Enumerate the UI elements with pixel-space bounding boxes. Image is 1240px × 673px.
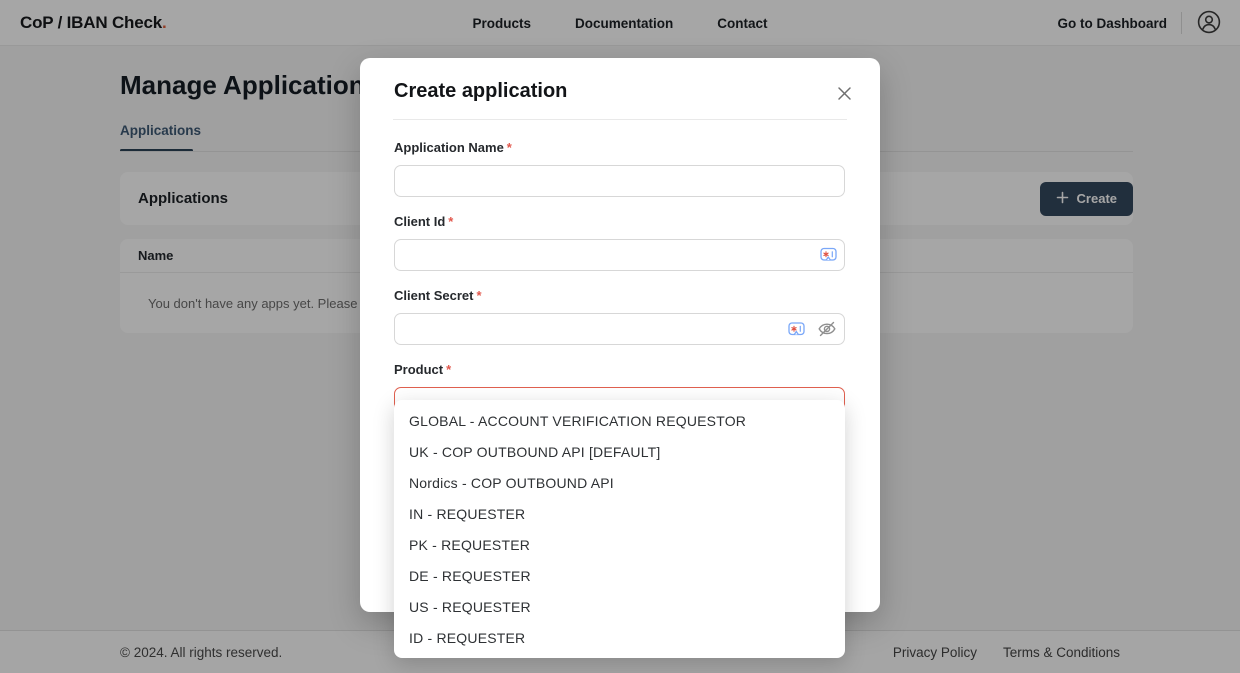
product-option[interactable]: Nordics - COP OUTBOUND API [394,467,845,498]
product-options-dropdown: GLOBAL - ACCOUNT VERIFICATION REQUESTOR … [394,400,845,658]
client-id-input[interactable] [394,239,845,271]
modal-close-button[interactable] [833,82,856,105]
required-marker: * [448,214,453,229]
modal-body: Application Name* Client Id* [360,120,880,419]
product-option[interactable]: DE - REQUESTER [394,560,845,591]
client-secret-label: Client Secret* [394,288,845,303]
client-secret-label-text: Client Secret [394,288,473,303]
product-option[interactable]: ID - REQUESTER [394,622,845,653]
create-application-modal: Create application Application Name* Cli… [360,58,880,612]
product-option[interactable]: IN - REQUESTER [394,498,845,529]
close-icon [837,89,852,104]
field-client-id: Client Id* [394,214,845,271]
product-label-text: Product [394,362,443,377]
product-option[interactable]: UK - COP OUTBOUND API [DEFAULT] [394,436,845,467]
password-manager-icon[interactable] [788,322,805,337]
required-marker: * [446,362,451,377]
modal-title: Create application [394,80,846,103]
required-marker: * [476,288,481,303]
toggle-secret-visibility-button[interactable] [817,320,837,338]
product-option[interactable]: US - REQUESTER [394,591,845,622]
client-secret-input[interactable] [394,313,845,345]
client-id-label-text: Client Id [394,214,445,229]
field-client-secret: Client Secret* [394,288,845,345]
field-application-name: Application Name* [394,140,845,197]
application-name-label-text: Application Name [394,140,504,155]
application-name-label: Application Name* [394,140,845,155]
eye-off-icon [817,326,837,341]
password-manager-icon[interactable] [820,248,837,263]
client-id-label: Client Id* [394,214,845,229]
product-label: Product* [394,362,845,377]
application-name-input[interactable] [394,165,845,197]
product-option[interactable]: PK - REQUESTER [394,529,845,560]
product-option[interactable]: GLOBAL - ACCOUNT VERIFICATION REQUESTOR [394,405,845,436]
modal-header: Create application [360,58,880,119]
required-marker: * [507,140,512,155]
